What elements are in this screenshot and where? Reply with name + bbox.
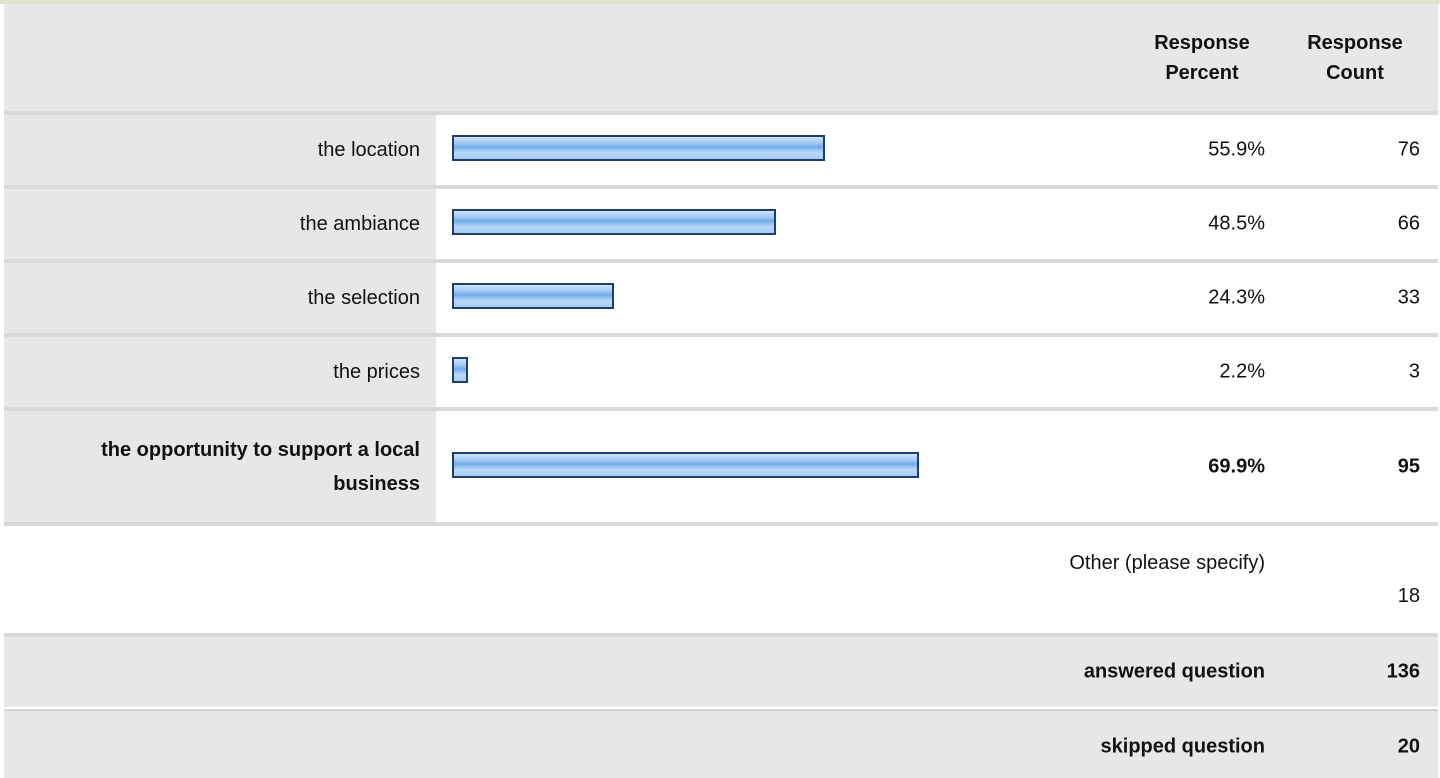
response-count: 76 — [1397, 138, 1420, 161]
bar-track — [452, 135, 1072, 165]
answered-question-label: answered question — [1083, 660, 1265, 683]
response-bar — [452, 451, 919, 478]
table-header: Response Percent Response Count — [4, 4, 1438, 111]
answered-question-value: 136 — [1386, 660, 1420, 683]
response-count: 95 — [1397, 455, 1420, 477]
response-count-header: Response Count — [1307, 32, 1403, 84]
table-row: the location 55.9% 76 — [4, 111, 1438, 185]
response-percent-header: Response Percent — [1154, 32, 1250, 84]
row-label: the location — [317, 139, 420, 161]
skipped-question-label: skipped question — [1100, 735, 1265, 758]
response-bar — [452, 283, 614, 309]
row-label: the prices — [333, 361, 420, 383]
response-count: 66 — [1397, 212, 1420, 235]
response-percent: 24.3% — [1208, 286, 1265, 309]
response-count: 33 — [1397, 286, 1420, 309]
row-label: the selection — [307, 287, 420, 309]
bar-track — [452, 451, 1072, 482]
bar-track — [452, 283, 1072, 313]
survey-results-table: Response Percent Response Count the loca… — [0, 0, 1440, 778]
bar-track — [452, 209, 1072, 239]
row-label-cell: the ambiance — [4, 189, 436, 259]
response-percent: 2.2% — [1219, 360, 1265, 383]
other-count: 18 — [1397, 585, 1420, 607]
other-specify-link[interactable]: Other (please specify) — [904, 552, 1265, 575]
bar-track — [452, 357, 1072, 387]
answered-question-row: answered question 136 — [4, 633, 1438, 707]
row-label-cell: the prices — [4, 337, 436, 407]
row-label: the ambiance — [299, 213, 420, 235]
table-row: the ambiance 48.5% 66 — [4, 185, 1438, 259]
other-row: Other (please specify) 18 — [4, 522, 1438, 633]
response-percent: 48.5% — [1208, 212, 1265, 235]
table-row: the selection 24.3% 33 — [4, 259, 1438, 333]
table-row: the prices 2.2% 3 — [4, 333, 1438, 407]
response-count: 3 — [1408, 360, 1420, 383]
response-percent: 55.9% — [1208, 138, 1265, 161]
row-label-cell: the selection — [4, 263, 436, 333]
skipped-question-row: skipped question 20 — [4, 709, 1438, 778]
response-percent: 69.9% — [1208, 455, 1265, 477]
response-bar — [452, 357, 468, 383]
skipped-question-value: 20 — [1397, 735, 1420, 758]
row-label: the opportunity to support a local busin… — [101, 438, 420, 495]
row-label-cell: the location — [4, 115, 436, 185]
response-bar — [452, 135, 825, 161]
response-bar — [452, 209, 776, 235]
row-label-cell: the opportunity to support a local busin… — [4, 411, 436, 522]
table-row: the opportunity to support a local busin… — [4, 407, 1438, 522]
